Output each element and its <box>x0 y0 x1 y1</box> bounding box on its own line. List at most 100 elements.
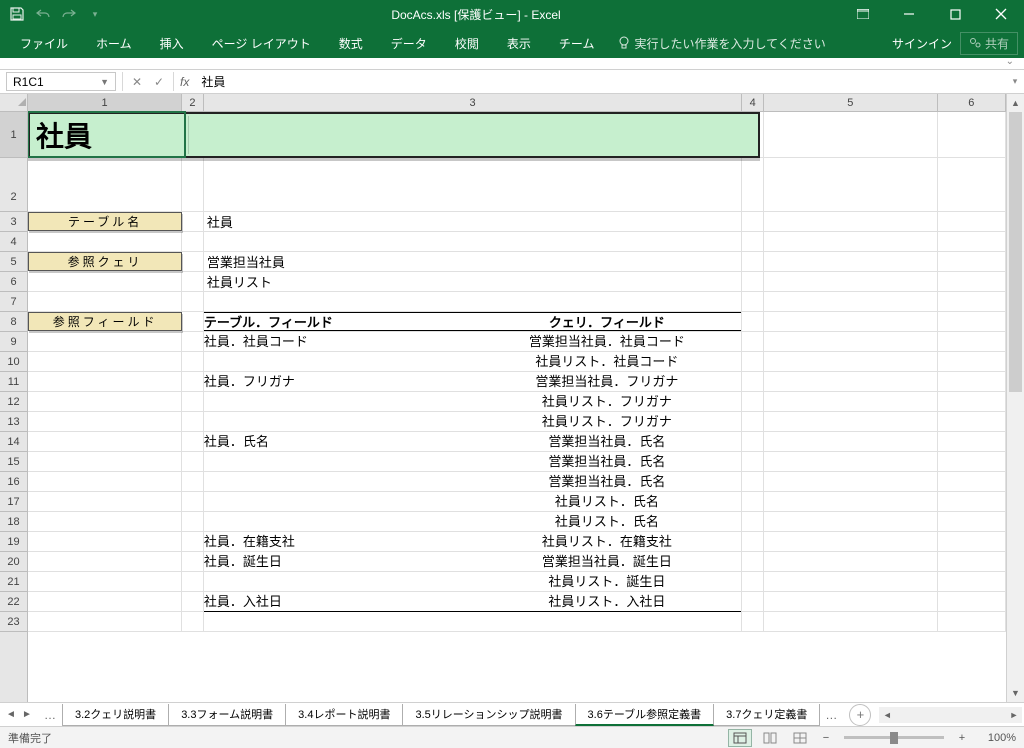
maximize-button[interactable] <box>932 0 978 28</box>
zoom-thumb[interactable] <box>890 732 898 744</box>
field-left[interactable]: 社員．氏名 <box>204 432 473 451</box>
view-page-break-icon[interactable] <box>788 729 812 747</box>
field-right[interactable]: 営業担当社員．誕生日 <box>473 552 742 571</box>
formula-expand-icon[interactable]: ▾ <box>1006 70 1024 93</box>
field-right[interactable]: 社員リスト．在籍支社 <box>473 532 742 551</box>
row-header[interactable]: 19 <box>0 532 27 552</box>
col-header[interactable]: 4 <box>742 94 764 111</box>
field-left[interactable] <box>204 472 473 491</box>
row-header[interactable]: 16 <box>0 472 27 492</box>
row-header[interactable]: 6 <box>0 272 27 292</box>
sheet-tab[interactable]: 3.4レポート説明書 <box>285 704 403 726</box>
row-header[interactable]: 15 <box>0 452 27 472</box>
col-header[interactable]: 3 <box>204 94 743 111</box>
field-right[interactable]: 営業担当社員．氏名 <box>473 452 742 471</box>
field-right[interactable]: 営業担当社員．社員コード <box>473 332 742 351</box>
field-right[interactable]: 営業担当社員．フリガナ <box>473 372 742 391</box>
col-header[interactable]: 6 <box>938 94 1006 111</box>
row-header[interactable]: 5 <box>0 252 27 272</box>
label-ref-query[interactable]: 参照クェリ <box>28 252 182 271</box>
sheet-tab[interactable]: 3.2クェリ説明書 <box>62 704 169 726</box>
sheet-tab[interactable]: 3.5リレーションシップ説明書 <box>402 704 575 726</box>
tell-me[interactable]: 実行したい作業を入力してください <box>608 28 835 58</box>
sheet-tab[interactable]: 3.6テーブル参照定義書 <box>575 704 715 726</box>
qat-dropdown-icon[interactable]: ▾ <box>84 3 106 25</box>
merged-title-cell[interactable]: 社員 <box>28 112 760 158</box>
row-header[interactable]: 11 <box>0 372 27 392</box>
row-header[interactable]: 20 <box>0 552 27 572</box>
redo-icon[interactable] <box>58 3 80 25</box>
label-ref-field[interactable]: 参照フィールド <box>28 312 182 331</box>
field-left[interactable]: 社員．誕生日 <box>204 552 473 571</box>
scroll-left-icon[interactable]: ◄ <box>879 710 895 720</box>
save-icon[interactable] <box>6 3 28 25</box>
formula-input[interactable] <box>195 70 1006 93</box>
field-right[interactable]: 社員リスト．社員コード <box>473 352 742 371</box>
ribbon-display-icon[interactable] <box>840 0 886 28</box>
minimize-button[interactable] <box>886 0 932 28</box>
field-right[interactable]: 社員リスト．氏名 <box>473 512 742 531</box>
tab-file[interactable]: ファイル <box>6 28 82 58</box>
ribbon-expand-icon[interactable]: ⌄ <box>1006 56 1014 67</box>
field-right[interactable]: 社員リスト．フリガナ <box>473 392 742 411</box>
tab-home[interactable]: ホーム <box>82 28 146 58</box>
field-right[interactable]: 社員リスト．フリガナ <box>473 412 742 431</box>
row-header[interactable]: 9 <box>0 332 27 352</box>
row-header[interactable]: 10 <box>0 352 27 372</box>
field-right[interactable]: 社員リスト．氏名 <box>473 492 742 511</box>
sheet-tab[interactable]: 3.7クェリ定義書 <box>713 704 820 726</box>
col-header[interactable]: 1 <box>28 94 182 111</box>
row-header[interactable]: 4 <box>0 232 27 252</box>
field-right[interactable]: 社員リスト．誕生日 <box>473 572 742 591</box>
field-left[interactable] <box>204 412 473 431</box>
cell-ref-query[interactable]: 社員リスト <box>204 272 742 292</box>
view-page-layout-icon[interactable] <box>758 729 782 747</box>
field-left[interactable]: 社員．フリガナ <box>204 372 473 391</box>
row-header[interactable]: 17 <box>0 492 27 512</box>
row-header[interactable]: 18 <box>0 512 27 532</box>
scroll-up-icon[interactable]: ▲ <box>1007 94 1024 112</box>
col-header[interactable]: 5 <box>764 94 938 111</box>
close-button[interactable] <box>978 0 1024 28</box>
scroll-thumb[interactable] <box>1009 112 1022 392</box>
field-left[interactable]: 社員．社員コード <box>204 332 473 351</box>
row-header[interactable]: 23 <box>0 612 27 632</box>
row-header[interactable]: 3 <box>0 212 27 232</box>
field-right[interactable]: 社員リスト．入社日 <box>473 592 742 611</box>
row-header[interactable]: 22 <box>0 592 27 612</box>
field-left[interactable]: 社員．在籍支社 <box>204 532 473 551</box>
sheet-tab[interactable]: 3.3フォーム説明書 <box>168 704 286 726</box>
horizontal-scrollbar[interactable]: ◄ ► <box>879 707 1022 723</box>
sheet-more-right[interactable]: … <box>819 708 843 722</box>
vertical-scrollbar[interactable]: ▲ ▼ <box>1006 94 1024 702</box>
view-normal-icon[interactable] <box>728 729 752 747</box>
sheet-next-icon[interactable]: ► <box>20 709 34 720</box>
share-button[interactable]: 共有 <box>960 32 1018 55</box>
tab-review[interactable]: 校閲 <box>441 28 493 58</box>
select-all-corner[interactable] <box>0 94 28 112</box>
field-right[interactable]: 営業担当社員．氏名 <box>473 432 742 451</box>
field-left[interactable]: 社員．入社日 <box>204 592 473 611</box>
signin-link[interactable]: サインイン <box>892 35 952 52</box>
sheet-more-left[interactable]: … <box>38 708 62 722</box>
fx-icon[interactable]: fx <box>174 70 195 93</box>
tab-data[interactable]: データ <box>377 28 441 58</box>
field-right[interactable]: 営業担当社員．氏名 <box>473 472 742 491</box>
cells-area[interactable]: 社員 テーブル名 社員 参照クェリ <box>28 112 1006 632</box>
field-left[interactable] <box>204 572 473 591</box>
chevron-down-icon[interactable]: ▼ <box>100 77 109 87</box>
sheet-prev-icon[interactable]: ◄ <box>4 709 18 720</box>
field-left[interactable] <box>204 512 473 531</box>
add-sheet-button[interactable]: + <box>849 704 871 726</box>
tab-formulas[interactable]: 数式 <box>325 28 377 58</box>
tab-insert[interactable]: 挿入 <box>146 28 198 58</box>
scroll-right-icon[interactable]: ► <box>1006 710 1022 720</box>
row-header[interactable]: 1 <box>0 112 27 158</box>
row-header[interactable]: 7 <box>0 292 27 312</box>
accept-formula-icon[interactable]: ✓ <box>149 75 169 89</box>
col-header[interactable]: 2 <box>182 94 204 111</box>
cancel-formula-icon[interactable]: ✕ <box>127 75 147 89</box>
tab-view[interactable]: 表示 <box>493 28 545 58</box>
name-box[interactable]: R1C1 ▼ <box>6 72 116 91</box>
row-header[interactable]: 2 <box>0 158 27 212</box>
